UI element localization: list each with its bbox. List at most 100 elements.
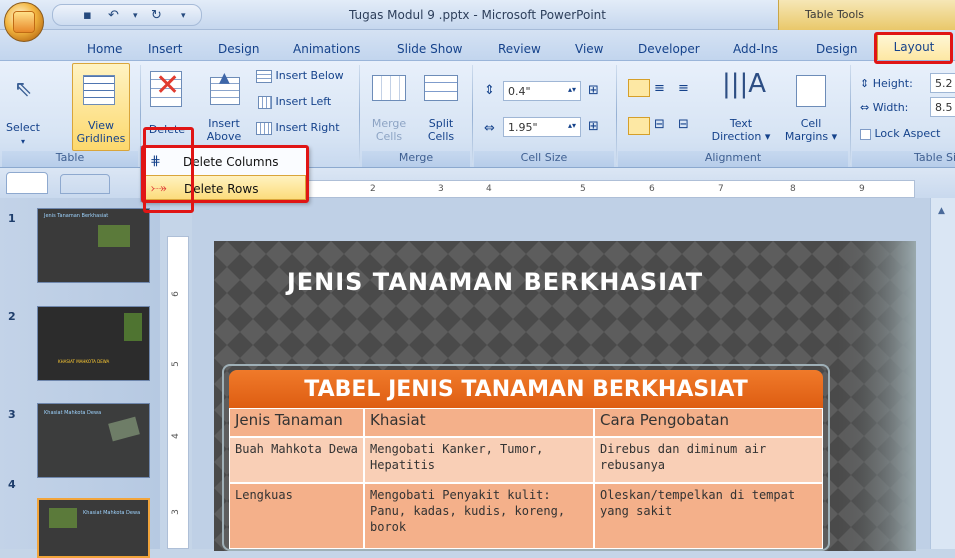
slides-panel: 1 Jenis Tanaman Berkhasiat 2 KHASIAT MAH… <box>0 198 160 558</box>
table-tools-label: Table Tools <box>778 0 955 30</box>
table-cell[interactable]: Mengobati Penyakit kulit: Panu, kadas, k… <box>364 483 594 549</box>
undo-icon[interactable]: ↶ <box>108 8 119 23</box>
vertical-scrollbar[interactable]: ▲ <box>930 198 955 549</box>
slides-tab[interactable] <box>6 172 48 194</box>
align-bottom-icon[interactable]: ⊟ <box>678 117 689 132</box>
group-label-alignment: Alignment <box>618 151 848 167</box>
insert-right-button[interactable]: Insert Right <box>256 121 340 135</box>
distribute-columns-icon[interactable]: ⊞ <box>588 119 599 134</box>
office-button[interactable] <box>4 2 44 42</box>
table-cell[interactable]: Buah Mahkota Dewa <box>229 437 364 483</box>
view-gridlines-label: View Gridlines <box>76 119 126 145</box>
horizontal-ruler: 2 3 4 5 6 7 8 9 <box>245 180 915 198</box>
delete-table-icon: ✕ <box>150 68 182 107</box>
ruler-mark: 5 <box>170 361 181 367</box>
distribute-rows-icon[interactable]: ⊞ <box>588 83 599 98</box>
align-left-icon[interactable] <box>628 79 650 97</box>
row-height-icon: ⇕ <box>484 83 495 98</box>
group-label-table-size: Table Si <box>852 151 955 167</box>
slide-thumbnail-2[interactable]: KHASIAT MAHKOTA DEWA <box>37 306 150 381</box>
group-label-merge: Merge <box>362 151 470 167</box>
highlight-layout-tab <box>874 32 953 64</box>
tab-review[interactable]: Review <box>498 42 541 56</box>
table-cell[interactable]: Direbus dan diminum air rebusanya <box>594 437 823 483</box>
align-middle-icon[interactable]: ⊟ <box>654 117 665 132</box>
split-cells-icon <box>424 75 458 101</box>
highlight-delete-menu <box>141 145 309 203</box>
ruler-mark: 8 <box>790 184 796 194</box>
table-width-field[interactable]: 8.5 <box>930 97 955 117</box>
ruler-mark: 2 <box>370 184 376 194</box>
table-height-control[interactable]: ⇕ Height: <box>860 77 913 90</box>
slide-thumbnail-3[interactable]: Khasiat Mahkota Dewa <box>37 403 150 478</box>
text-direction-button[interactable]: Text Direction ▾ <box>708 117 774 143</box>
office-logo-icon <box>14 12 34 32</box>
tab-table-design[interactable]: Design <box>816 42 857 56</box>
insert-left-button[interactable]: Insert Left <box>258 95 331 109</box>
align-top-icon[interactable] <box>628 117 650 135</box>
tab-add-ins[interactable]: Add-Ins <box>733 42 778 56</box>
group-label-table: Table <box>2 151 138 167</box>
ruler-mark: 9 <box>859 184 865 194</box>
tab-view[interactable]: View <box>575 42 603 56</box>
insert-right-icon <box>256 121 272 135</box>
table-title-cell[interactable]: TABEL JENIS TANAMAN BERKHASIAT <box>229 370 823 408</box>
slide-thumbnail-1[interactable]: Jenis Tanaman Berkhasiat <box>37 208 150 283</box>
group-label-cell-size: Cell Size <box>474 151 614 167</box>
tab-insert[interactable]: Insert <box>148 42 182 56</box>
tab-slide-show[interactable]: Slide Show <box>397 42 462 56</box>
table-header-cell[interactable]: Khasiat <box>364 408 594 437</box>
vertical-ruler: 6 5 4 3 <box>167 236 189 549</box>
ruler-mark: 3 <box>170 509 181 515</box>
redo-icon[interactable]: ↻ <box>151 8 162 23</box>
ruler-mark: 4 <box>486 184 492 194</box>
quick-access-toolbar: ▪ ↶ ▾ ↻ ▾ <box>52 4 202 26</box>
lock-aspect-checkbox[interactable]: Lock Aspect <box>860 127 940 140</box>
insert-above-button[interactable]: Insert Above <box>200 117 248 143</box>
insert-below-icon <box>256 69 272 83</box>
cell-margins-button[interactable]: Cell Margins ▾ <box>778 117 844 143</box>
undo-dropdown-icon[interactable]: ▾ <box>133 11 138 21</box>
table-header-cell[interactable]: Jenis Tanaman <box>229 408 364 437</box>
slide-title[interactable]: JENIS TANAMAN BERKHASIAT <box>215 268 775 296</box>
insert-below-button[interactable]: Insert Below <box>256 69 344 83</box>
ruler-mark: 3 <box>438 184 444 194</box>
merge-cells-button[interactable]: Merge Cells <box>366 117 412 143</box>
tab-home[interactable]: Home <box>87 42 122 56</box>
table-cell[interactable]: Oleskan/tempelkan di tempat yang sakit <box>594 483 823 549</box>
insert-above-icon: ▲ <box>210 70 240 105</box>
slide-number: 4 <box>8 478 16 491</box>
table-height-field[interactable]: 5.2 <box>930 73 955 93</box>
split-cells-button[interactable]: Split Cells <box>418 117 464 143</box>
tab-developer[interactable]: Developer <box>638 42 700 56</box>
ribbon-tab-row: Home Insert Design Animations Slide Show… <box>0 30 955 60</box>
tab-animations[interactable]: Animations <box>293 42 360 56</box>
slide-thumbnail-4[interactable]: Khasiat Mahkota Dewa <box>37 498 150 558</box>
tab-design[interactable]: Design <box>218 42 259 56</box>
outline-tab[interactable] <box>60 174 110 194</box>
select-arrow-icon: ⇖ <box>14 77 33 102</box>
align-right-icon[interactable]: ≡ <box>678 81 689 96</box>
cell-width-field[interactable]: 1.95" ▴▾ <box>503 117 581 137</box>
ruler-mark: 7 <box>718 184 724 194</box>
text-direction-icon: |||A <box>722 69 767 99</box>
align-center-icon[interactable]: ≡ <box>654 81 665 96</box>
table-cell[interactable]: Mengobati Kanker, Tumor, Hepatitis <box>364 437 594 483</box>
table-header-cell[interactable]: Cara Pengobatan <box>594 408 823 437</box>
cell-height-field[interactable]: 0.4" ▴▾ <box>503 81 581 101</box>
slide-number: 2 <box>8 310 16 323</box>
select-button[interactable]: Select ▾ <box>4 121 42 148</box>
ruler-mark: 6 <box>649 184 655 194</box>
customize-toolbar-icon[interactable]: ▾ <box>181 11 186 21</box>
select-label: Select <box>6 121 40 134</box>
cell-margins-icon <box>796 75 826 107</box>
merge-cells-icon <box>372 75 406 101</box>
ruler-mark: 5 <box>580 184 586 194</box>
scroll-up-icon[interactable]: ▲ <box>938 206 945 216</box>
gridlines-icon <box>83 75 115 105</box>
slide-number: 3 <box>8 408 16 421</box>
table-cell[interactable]: Lengkuas <box>229 483 364 549</box>
save-icon[interactable]: ▪ <box>83 8 92 23</box>
table-width-control[interactable]: ⇔ Width: <box>860 101 908 114</box>
insert-left-icon <box>258 95 272 109</box>
